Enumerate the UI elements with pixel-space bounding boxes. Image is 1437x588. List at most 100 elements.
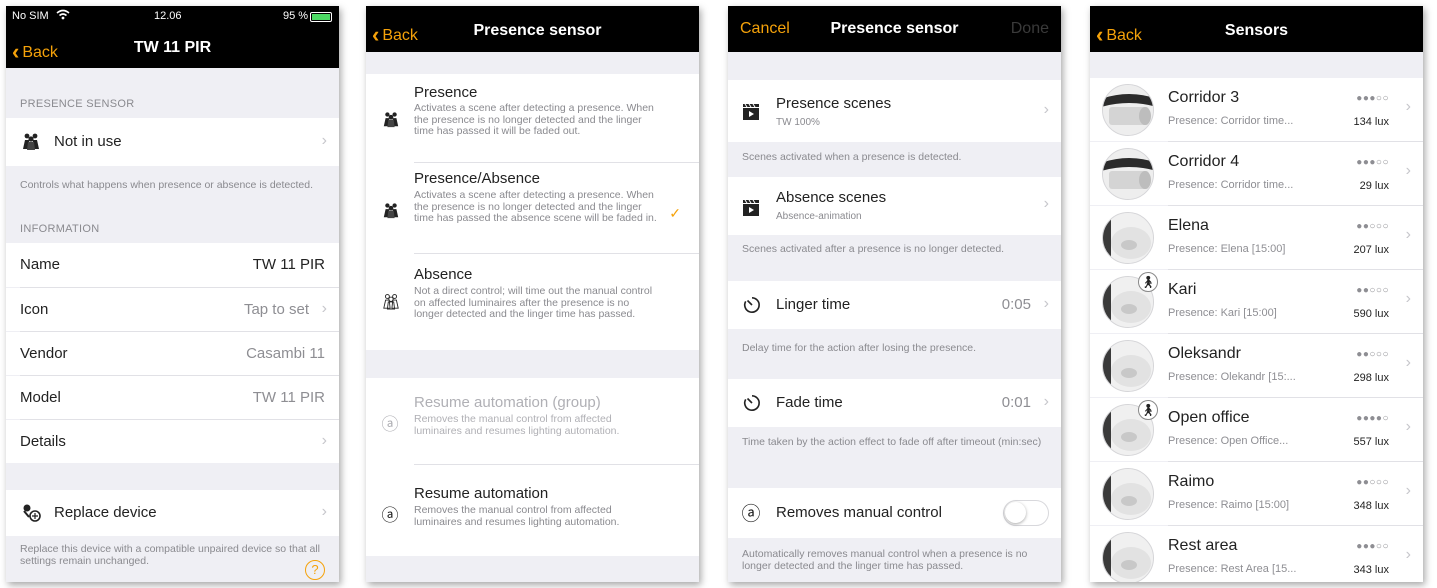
lux-reading: 134 lux [1353, 116, 1389, 128]
presence-sensor-config-screen: Cancel Presence sensor Done Presence sce… [728, 6, 1061, 582]
row-label: Linger time [776, 296, 851, 313]
page-title: Sensors [1224, 22, 1289, 39]
presence-scenes-footer: Scenes activated when a presence is dete… [742, 151, 962, 163]
automation-a-icon: ⓐ [381, 505, 399, 525]
replace-device-icon [20, 502, 44, 524]
nav-bar: ‹ Back TW 11 PIR [6, 28, 339, 68]
sensor-name: Oleksandr [1168, 345, 1241, 362]
sensor-name: Rest area [1168, 537, 1238, 554]
chevron-right-icon: › [1405, 354, 1411, 371]
row-subtitle: TW 100% [776, 117, 820, 128]
option-description: Removes the manual control from affected… [414, 413, 620, 437]
info-row-icon[interactable]: Icon Tap to set › [6, 288, 339, 331]
option-presence-absence[interactable]: Presence/Absence Activates a scene after… [366, 163, 699, 253]
chevron-right-icon: › [321, 300, 327, 317]
sensor-row[interactable]: 🚶︎ Open office Presence: Open Office... ●●●… [1090, 398, 1423, 461]
sensor-row[interactable]: Rest area Presence: Rest Area [15... ●●●○○… [1090, 526, 1423, 582]
timer-icon [742, 295, 762, 315]
signal-strength-dots: ●●○○○ [1356, 285, 1389, 296]
clapperboard-icon [740, 100, 762, 122]
chevron-right-icon: › [1405, 162, 1411, 179]
signal-strength-dots: ●●●●○ [1356, 413, 1389, 424]
sensor-name: Kari [1168, 281, 1197, 298]
linger-time-row[interactable]: Linger time 0:05 › [728, 281, 1061, 329]
info-label: Model [20, 389, 61, 406]
fade-time-row[interactable]: Fade time 0:01 › [728, 379, 1061, 427]
sensor-name: Elena [1168, 217, 1209, 234]
chevron-right-icon: › [1405, 98, 1411, 115]
sensor-row[interactable]: 🚶︎ Kari Presence: Kari [15:00] ●●○○○ 590 lux… [1090, 270, 1423, 333]
presence-scenes-row[interactable]: Presence scenes TW 100% › [728, 80, 1061, 142]
chevron-right-icon: › [1405, 290, 1411, 307]
people-icon [380, 199, 402, 221]
option-description: Activates a scene after detecting a pres… [414, 189, 657, 224]
automation-a-icon: ⓐ [741, 503, 761, 525]
sensor-row[interactable]: Elena Presence: Elena [15:00] ●●○○○ 207 lux… [1090, 206, 1423, 269]
chevron-right-icon: › [1405, 546, 1411, 563]
carrier-text: No SIM [12, 10, 49, 22]
sensors-list-screen: ‹ Back Sensors Corridor 3 Presence: Corrid… [1090, 6, 1423, 582]
chevron-right-icon: › [1405, 226, 1411, 243]
absence-scenes-row[interactable]: Absence scenes Absence-animation › [728, 177, 1061, 235]
fade-footer: Time taken by the action effect to fade … [742, 436, 1042, 448]
presence-mode-row[interactable]: Not in use › [6, 118, 339, 166]
sensor-subtitle: Presence: Kari [15:00] [1168, 307, 1277, 319]
fade-time-value: 0:01 [1001, 394, 1031, 411]
info-label: Details [20, 433, 66, 450]
option-resume-automation-group[interactable]: ⓐ Resume automation (group) Removes the … [366, 378, 699, 464]
option-resume-automation[interactable]: ⓐ Resume automation Removes the manual c… [366, 465, 699, 556]
sensor-row[interactable]: Raimo Presence: Raimo [15:00] ●●○○○ 348 lux… [1090, 462, 1423, 525]
info-value: Casambi 11 [246, 345, 325, 362]
option-description: Removes the manual control from affected… [414, 504, 620, 528]
manual-control-footer: Automatically removes manual control whe… [742, 548, 1028, 572]
automation-a-icon: ⓐ [381, 414, 399, 434]
presence-mode-value: Not in use [54, 133, 122, 150]
sensor-row[interactable]: Corridor 4 Presence: Corridor time... ●●●○… [1090, 142, 1423, 205]
nav-bar: Cancel Presence sensor Done [728, 6, 1061, 52]
option-absence[interactable]: Absence Not a direct control; will time … [366, 254, 699, 350]
sensor-row[interactable]: Corridor 3 Presence: Corridor time... ●●●○… [1090, 78, 1423, 141]
people-outline-icon [380, 290, 402, 312]
option-title: Resume automation (group) [414, 394, 601, 411]
presence-footer: Controls what happens when presence or a… [20, 179, 314, 191]
sensor-thumbnail [1102, 84, 1154, 136]
linger-time-value: 0:05 [1001, 296, 1031, 313]
info-row-name[interactable]: Name TW 11 PIR [6, 243, 339, 287]
chevron-right-icon: › [1405, 482, 1411, 499]
signal-strength-dots: ●●●○○ [1356, 157, 1389, 168]
people-icon [380, 108, 402, 130]
battery-text: 95 % [283, 10, 309, 22]
option-title: Presence [414, 84, 478, 101]
wifi-icon [56, 9, 70, 23]
people-icon [20, 130, 42, 152]
page-title: TW 11 PIR [133, 39, 212, 56]
signal-strength-dots: ●●●○○ [1356, 541, 1389, 552]
sensor-thumbnail [1102, 148, 1154, 200]
sensor-subtitle: Presence: Elena [15:00] [1168, 243, 1286, 255]
replace-device-row[interactable]: Replace device › [6, 490, 339, 536]
manual-control-toggle[interactable] [1003, 500, 1049, 526]
chevron-right-icon: › [1043, 101, 1049, 118]
chevron-right-icon: › [321, 132, 327, 149]
option-presence[interactable]: Presence Activates a scene after detecti… [366, 74, 699, 162]
info-row-details[interactable]: Details › [6, 420, 339, 463]
chevron-right-icon: › [1043, 195, 1049, 212]
sensor-subtitle: Presence: Corridor time... [1168, 179, 1294, 191]
info-label: Icon [20, 301, 49, 318]
lux-reading: 29 lux [1359, 180, 1389, 192]
row-subtitle: Absence-animation [776, 211, 862, 222]
sensor-subtitle: Presence: Open Office... [1168, 435, 1289, 447]
info-label: Vendor [20, 345, 68, 362]
presence-mode-screen: ‹ Back Presence sensor Presence Activates… [366, 6, 699, 582]
section-header-presence: PRESENCE SENSOR [20, 98, 135, 110]
help-icon[interactable]: ? [305, 560, 325, 580]
lux-reading: 557 lux [1353, 436, 1389, 448]
done-button[interactable]: Done [1011, 20, 1049, 38]
clock-text: 12.06 [154, 10, 182, 22]
sensor-thumbnail [1102, 532, 1154, 582]
chevron-right-icon: › [1405, 418, 1411, 435]
info-value: TW 11 PIR [252, 256, 325, 273]
option-title: Absence [414, 266, 473, 283]
sensor-row[interactable]: Oleksandr Presence: Olekandr [15:... ●●○○○… [1090, 334, 1423, 397]
nav-bar: ‹ Back Sensors [1090, 6, 1423, 52]
